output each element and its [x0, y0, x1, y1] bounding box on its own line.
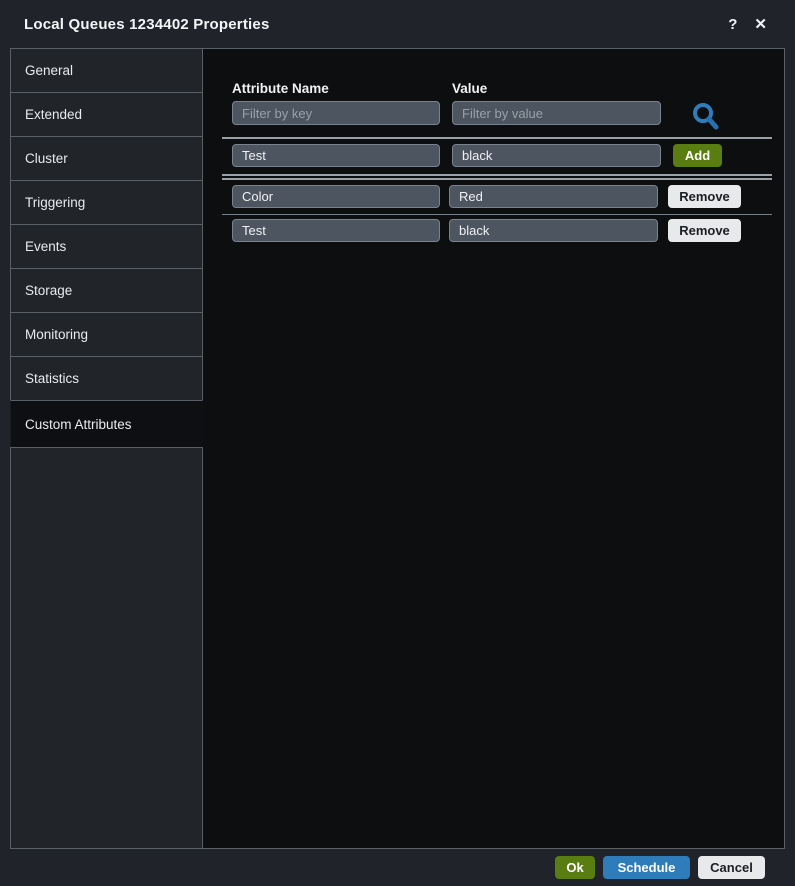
- tab-label: Events: [25, 239, 67, 254]
- tab-label: Custom Attributes: [25, 416, 132, 432]
- cancel-button[interactable]: Cancel: [698, 856, 765, 879]
- search-button[interactable]: [689, 101, 723, 133]
- tab-monitoring[interactable]: Monitoring: [10, 312, 203, 356]
- divider: [222, 174, 772, 176]
- divider: [222, 214, 772, 215]
- tab-label: Triggering: [25, 195, 86, 210]
- divider: [222, 178, 772, 180]
- add-name-input[interactable]: [232, 144, 440, 167]
- value-header: Value: [452, 81, 488, 96]
- add-button[interactable]: Add: [673, 144, 722, 167]
- tab-label: Statistics: [25, 371, 80, 386]
- tab-label: General: [25, 63, 74, 78]
- dialog-content: General Extended Cluster Triggering Even…: [10, 48, 785, 849]
- titlebar-icons: ? ✕: [728, 17, 767, 32]
- tab-statistics[interactable]: Statistics: [10, 356, 203, 400]
- dialog-footer: Ok Schedule Cancel: [0, 849, 795, 886]
- filter-key-input[interactable]: [232, 101, 440, 125]
- sidebar-filler: [10, 447, 203, 849]
- tab-label: Monitoring: [25, 327, 89, 342]
- custom-attributes-panel: Attribute Name Value Add Remove: [203, 48, 785, 849]
- attribute-name-header: Attribute Name: [232, 81, 329, 96]
- tab-general[interactable]: General: [10, 48, 203, 92]
- tab-custom-attributes[interactable]: Custom Attributes: [10, 400, 203, 447]
- add-value-input[interactable]: [452, 144, 661, 167]
- titlebar: Local Queues 1234402 Properties ? ✕: [0, 0, 795, 48]
- close-icon[interactable]: ✕: [754, 17, 767, 32]
- tab-cluster[interactable]: Cluster: [10, 136, 203, 180]
- filter-value-input[interactable]: [452, 101, 661, 125]
- tab-label: Storage: [25, 283, 73, 298]
- row-value-input[interactable]: [449, 185, 658, 208]
- search-icon: [693, 103, 719, 130]
- ok-button[interactable]: Ok: [555, 856, 595, 879]
- tab-label: Extended: [25, 107, 83, 122]
- row-name-input[interactable]: [232, 219, 440, 242]
- dialog-title: Local Queues 1234402 Properties: [24, 15, 270, 33]
- row-name-input[interactable]: [232, 185, 440, 208]
- sidebar: General Extended Cluster Triggering Even…: [10, 48, 203, 849]
- tab-extended[interactable]: Extended: [10, 92, 203, 136]
- properties-dialog: Local Queues 1234402 Properties ? ✕ Gene…: [0, 0, 795, 886]
- tab-triggering[interactable]: Triggering: [10, 180, 203, 224]
- tab-events[interactable]: Events: [10, 224, 203, 268]
- tab-storage[interactable]: Storage: [10, 268, 203, 312]
- help-icon[interactable]: ?: [728, 17, 737, 32]
- tab-label: Cluster: [25, 151, 68, 166]
- row-value-input[interactable]: [449, 219, 658, 242]
- remove-button[interactable]: Remove: [668, 185, 741, 208]
- remove-button[interactable]: Remove: [668, 219, 741, 242]
- schedule-button[interactable]: Schedule: [603, 856, 690, 879]
- divider: [222, 137, 772, 139]
